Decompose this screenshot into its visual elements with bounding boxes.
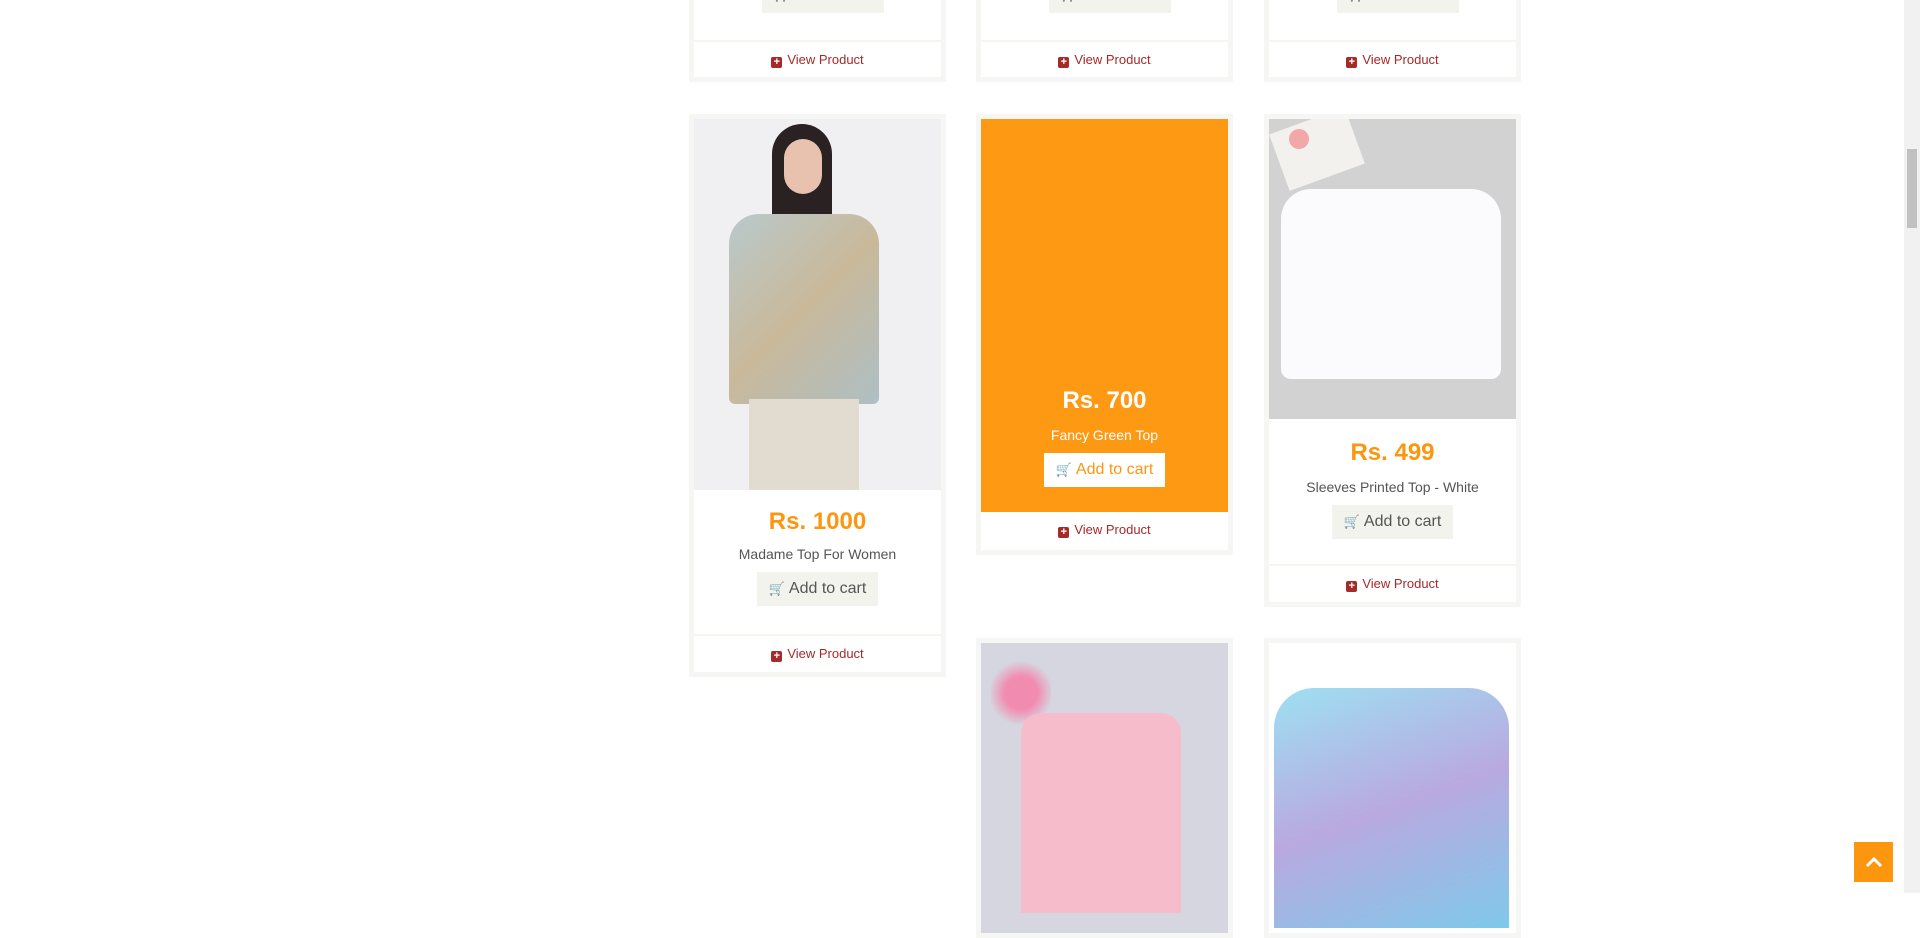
product-name: Fancy Green Top: [1050, 427, 1159, 443]
shopping-cart-icon: 🛒: [1343, 514, 1360, 529]
plus-square-icon: +: [1058, 527, 1070, 538]
product-card: Rs. 1000 Madame Top For Women 🛒 Add to ca…: [689, 114, 946, 677]
scrollbar-thumb[interactable]: [1907, 149, 1917, 228]
product-image[interactable]: [981, 643, 1228, 933]
product-price: Rs. 700: [1062, 387, 1147, 414]
view-product-link[interactable]: + View Product: [981, 512, 1228, 550]
plus-square-icon: +: [771, 651, 783, 662]
plus-square-icon: +: [1346, 57, 1358, 68]
product-card: 🛒Add to cart +View Product: [689, 0, 946, 82]
plus-square-icon: +: [1058, 57, 1070, 68]
chevron-up-icon: [1865, 856, 1882, 868]
add-to-cart-button[interactable]: 🛒Add to cart: [1337, 0, 1459, 13]
add-to-cart-button[interactable]: 🛒Add to cart: [762, 0, 884, 13]
product-card: 🛒Add to cart +View Product: [1264, 0, 1521, 82]
product-image[interactable]: [1269, 119, 1516, 419]
plus-square-icon: +: [771, 57, 783, 68]
product-card: [1264, 638, 1521, 938]
product-name: Madame Top For Women: [738, 546, 897, 562]
view-product-link[interactable]: + View Product: [694, 40, 941, 68]
product-overlay[interactable]: Rs. 700 Fancy Green Top 🛒 Add to cart: [981, 119, 1228, 512]
product-card: Rs. 499 Sleeves Printed Top - White 🛒 Add…: [1264, 114, 1521, 607]
view-product-link[interactable]: + View Product: [1269, 40, 1516, 68]
shopping-cart-icon: 🛒: [1349, 0, 1365, 2]
scrollbar[interactable]: [1904, 0, 1920, 893]
shopping-cart-icon: 🛒: [1055, 462, 1072, 477]
shopping-cart-icon: 🛒: [1061, 0, 1077, 2]
shopping-cart-icon: 🛒: [768, 581, 785, 596]
plus-square-icon: +: [1346, 581, 1358, 592]
view-product-link[interactable]: + View Product: [981, 40, 1228, 68]
view-product-link[interactable]: + View Product: [694, 634, 941, 672]
add-to-cart-button[interactable]: 🛒Add to cart: [756, 572, 879, 606]
product-price: Rs. 499: [1350, 439, 1435, 466]
add-to-cart-button[interactable]: 🛒Add to cart: [1043, 453, 1166, 487]
product-name: Sleeves Printed Top - White: [1306, 479, 1479, 495]
view-product-link[interactable]: + View Product: [1269, 564, 1516, 602]
back-to-top-button[interactable]: [1854, 842, 1893, 882]
product-card: 🛒Add to cart +View Product: [976, 0, 1233, 82]
product-image[interactable]: [694, 119, 941, 490]
product-card: [976, 638, 1233, 938]
add-to-cart-button[interactable]: 🛒Add to cart: [1049, 0, 1171, 13]
product-price: Rs. 1000: [768, 508, 867, 535]
shopping-cart-icon: 🛒: [774, 0, 790, 2]
product-card: Rs. 700 Fancy Green Top 🛒 Add to cart + Vi…: [976, 114, 1233, 555]
product-image[interactable]: [1269, 643, 1516, 933]
add-to-cart-button[interactable]: 🛒Add to cart: [1331, 505, 1454, 539]
